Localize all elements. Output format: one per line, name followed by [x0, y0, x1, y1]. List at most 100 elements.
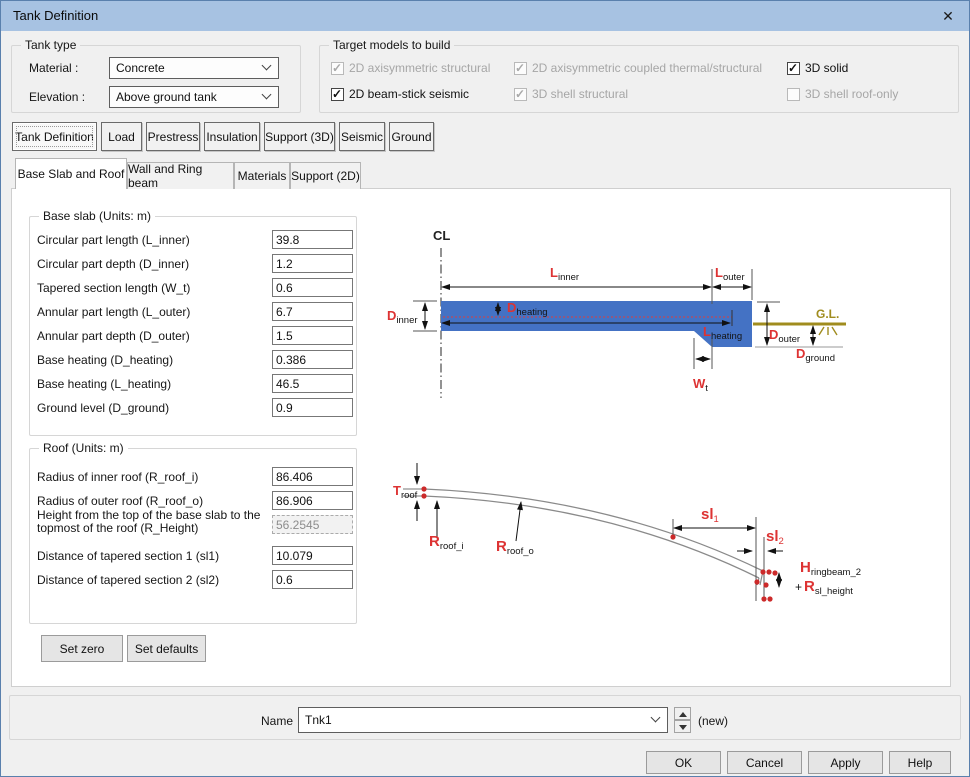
label-gl: G.L.: [816, 308, 839, 320]
field-label: Distance of tapered section 2 (sl2): [37, 573, 219, 587]
subtab-wall-and-ring-beam[interactable]: Wall and Ring beam: [127, 162, 234, 189]
subtab-base-slab-and-roof[interactable]: Base Slab and Roof: [15, 158, 127, 189]
tab-tank-definition[interactable]: Tank Definition: [12, 122, 97, 151]
w-t-input[interactable]: [272, 278, 353, 297]
label-r-roof-o: Rroof_o: [496, 539, 534, 557]
checkbox-box: [787, 88, 800, 101]
tank-type-group-title: Tank type: [21, 39, 80, 52]
tab-prestress[interactable]: Prestress: [146, 122, 200, 151]
material-label: Material :: [29, 61, 78, 75]
field-label: Annular part length (L_outer): [37, 305, 190, 319]
elevation-label: Elevation :: [29, 90, 85, 104]
label-sl2: sl2: [766, 529, 784, 547]
close-icon[interactable]: ✕: [933, 1, 963, 31]
name-dropdown[interactable]: Tnk1: [298, 707, 668, 733]
field-label: Annular part depth (D_outer): [37, 329, 190, 343]
checkbox-box: [514, 62, 527, 75]
elevation-value: Above ground tank: [116, 90, 217, 104]
tab-support-3d[interactable]: Support (3D): [264, 122, 335, 151]
material-value: Concrete: [116, 61, 165, 75]
label-t-roof: Troof: [393, 484, 417, 501]
checkbox-2d-beam-stick-seismic[interactable]: 2D beam-stick seismic: [331, 87, 469, 101]
label-d-ground: Dground: [796, 347, 835, 364]
label-d-heating: Dheating: [507, 301, 548, 318]
roof-group-title: Roof (Units: m): [39, 442, 128, 455]
window-title: Tank Definition: [13, 1, 98, 31]
sl1-input[interactable]: [272, 546, 353, 565]
d-heating-input[interactable]: [272, 350, 353, 369]
field-label: Base heating (L_heating): [37, 377, 171, 391]
l-outer-input[interactable]: [272, 302, 353, 321]
r-roof-o-input[interactable]: [272, 491, 353, 510]
sl2-input[interactable]: [272, 570, 353, 589]
subtab-materials[interactable]: Materials: [234, 162, 290, 189]
d-ground-input[interactable]: [272, 398, 353, 417]
field-label: Radius of inner roof (R_roof_i): [37, 470, 198, 484]
base-slab-group-title: Base slab (Units: m): [39, 210, 155, 223]
field-label: Ground level (D_ground): [37, 401, 169, 415]
label-w-t: Wt: [693, 377, 708, 394]
material-dropdown[interactable]: Concrete: [109, 57, 279, 79]
field-label: Circular part length (L_inner): [37, 233, 190, 247]
label-cl: CL: [433, 229, 450, 242]
field-label: Distance of tapered section 1 (sl1): [37, 549, 219, 563]
chevron-down-icon: [651, 713, 661, 723]
label-l-outer: Louter: [715, 266, 745, 283]
tab-insulation[interactable]: Insulation: [204, 122, 260, 151]
checkbox-box[interactable]: [331, 88, 344, 101]
label-r-roof-i: Rroof_i: [429, 534, 464, 552]
cancel-button[interactable]: Cancel: [727, 751, 802, 774]
field-label: Tapered section length (W_t): [37, 281, 190, 295]
target-models-group-title: Target models to build: [329, 39, 454, 52]
checkbox-3d-shell-roof-only: 3D shell roof-only: [787, 87, 898, 101]
label-l-heating: Lheating: [703, 325, 742, 342]
checkbox-3d-shell-structural: 3D shell structural: [514, 87, 628, 101]
checkbox-3d-solid[interactable]: 3D solid: [787, 61, 848, 75]
field-label: Radius of outer roof (R_roof_o): [37, 494, 203, 508]
checkbox-box[interactable]: [787, 62, 800, 75]
l-inner-input[interactable]: [272, 230, 353, 249]
roof-diagram: [391, 451, 951, 636]
label-l-inner: Linner: [550, 266, 579, 283]
help-button[interactable]: Help: [889, 751, 951, 774]
label-sl1: sl1: [701, 507, 719, 525]
tab-ground[interactable]: Ground: [389, 122, 434, 151]
checkbox-box: [514, 88, 527, 101]
d-outer-input[interactable]: [272, 326, 353, 345]
name-spinner: [674, 707, 691, 733]
field-label: Circular part depth (D_inner): [37, 257, 189, 271]
roof-outer-arc: [424, 489, 763, 571]
subtab-support-2d[interactable]: Support (2D): [290, 162, 361, 189]
tab-seismic[interactable]: Seismic: [339, 122, 385, 151]
name-label: Name: [261, 714, 293, 728]
base-slab-diagram: [391, 226, 951, 421]
set-defaults-button[interactable]: Set defaults: [127, 635, 206, 662]
spinner-down-button[interactable]: [674, 720, 691, 733]
checkbox-box: [331, 62, 344, 75]
title-bar: Tank Definition ✕: [1, 1, 969, 31]
d-inner-input[interactable]: [272, 254, 353, 273]
ok-button[interactable]: OK: [646, 751, 721, 774]
chevron-down-icon: [262, 61, 272, 71]
label-d-inner: Dinner: [387, 309, 418, 326]
r-roof-i-input[interactable]: [272, 467, 353, 486]
tab-load[interactable]: Load: [101, 122, 142, 151]
name-value: Tnk1: [305, 713, 332, 727]
l-heating-input[interactable]: [272, 374, 353, 393]
node-dots: [421, 486, 777, 601]
chevron-down-icon: [262, 90, 272, 100]
label-r-sl-height: +Rsl_height: [795, 579, 853, 597]
r-roof-o-arrow: [516, 502, 521, 541]
target-models-group: [319, 45, 959, 113]
r-height-input: [272, 515, 353, 534]
checkbox-2d-axisymmetric-structural: 2D axisymmetric structural: [331, 61, 490, 75]
apply-button[interactable]: Apply: [808, 751, 883, 774]
elevation-dropdown[interactable]: Above ground tank: [109, 86, 279, 108]
ground-hatch: [819, 327, 837, 335]
label-h-ringbeam-2: Hringbeam_2: [800, 560, 861, 578]
set-zero-button[interactable]: Set zero: [41, 635, 123, 662]
status-new: (new): [698, 714, 728, 728]
spinner-up-button[interactable]: [674, 707, 691, 720]
label-d-outer: Douter: [769, 328, 800, 345]
field-label: Height from the top of the base slab to …: [37, 509, 269, 535]
